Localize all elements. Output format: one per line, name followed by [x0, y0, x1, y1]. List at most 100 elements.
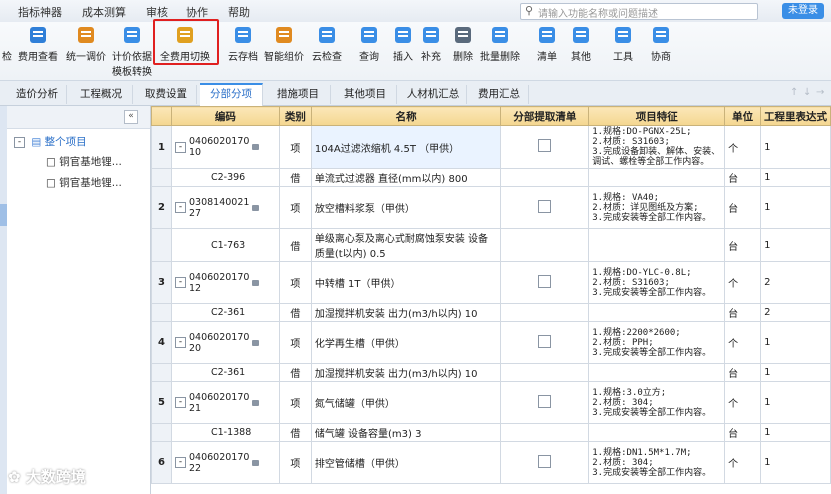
row-number[interactable] — [151, 363, 172, 382]
cell-feature[interactable]: 1.规格:DN1.5M*1.7M; 2.材质: 304; 3.完成安装等全部工作… — [588, 441, 726, 484]
cell-expr[interactable]: 1 — [760, 186, 831, 229]
menu-item-indicator[interactable]: 指标神器 — [18, 4, 62, 20]
cell-extract[interactable] — [500, 186, 590, 229]
cell-feature[interactable] — [588, 423, 726, 442]
col-header-code[interactable]: 编码 — [170, 106, 280, 126]
toolbar-button-list[interactable]: 清单 — [536, 24, 558, 63]
col-header-feature[interactable]: 项目特征 — [588, 106, 726, 126]
col-header-expr[interactable]: 工程里表达式 — [760, 106, 831, 126]
cell-extract[interactable] — [500, 423, 590, 442]
toolbar-button-other[interactable]: 其他 — [570, 24, 592, 63]
cell-category[interactable]: 借 — [278, 228, 312, 262]
cell-unit[interactable]: 个 — [724, 441, 762, 484]
cell-unit[interactable]: 个 — [724, 381, 762, 424]
toolbar-button-check[interactable]: 检 — [0, 24, 18, 63]
cell-feature[interactable] — [588, 168, 726, 187]
collapse-panel-button[interactable]: « — [124, 110, 138, 124]
cell-unit[interactable]: 台 — [724, 228, 762, 262]
toolbar-button-batch-delete[interactable]: 批量删除 — [480, 24, 520, 63]
cell-extract[interactable] — [500, 261, 590, 304]
col-header-name[interactable]: 名称 — [310, 106, 502, 126]
col-header-extract[interactable]: 分部提取清单 — [500, 106, 590, 126]
login-status-button[interactable]: 未登录 — [782, 3, 824, 19]
cell-category[interactable]: 项 — [278, 261, 312, 304]
bill-item-row[interactable]: 2-0308140021 27 项放空槽料浆泵（甲供） 1.规格: VA40; 2.… — [151, 186, 831, 229]
extract-checkbox[interactable] — [538, 274, 552, 288]
quota-sub-row[interactable]: C2-361 借加湿搅拌机安装 出力(m3/h以内) 10 台 1 — [151, 363, 831, 382]
cell-code[interactable]: -0308140021 27 — [170, 186, 280, 229]
extract-checkbox[interactable] — [538, 139, 552, 152]
cell-expr[interactable]: 1 — [760, 228, 831, 262]
col-header-category[interactable]: 类别 — [278, 106, 312, 126]
cell-name[interactable]: 加湿搅拌机安装 出力(m3/h以内) 10 — [310, 303, 502, 322]
row-number[interactable]: 2 — [151, 186, 172, 229]
cell-unit[interactable]: 台 — [724, 186, 762, 229]
cell-extract[interactable] — [500, 321, 590, 364]
tab-2[interactable]: 取费设置 — [136, 85, 197, 104]
cell-code[interactable]: -0406020170 22 — [170, 441, 280, 484]
collapse-row-icon[interactable]: - — [174, 277, 186, 288]
tab-7[interactable]: 费用汇总 — [470, 85, 529, 104]
cell-expr[interactable]: 1 — [760, 321, 831, 364]
cell-unit[interactable]: 个 — [724, 261, 762, 304]
extract-checkbox[interactable] — [538, 199, 552, 213]
cell-code[interactable]: C1-763 — [170, 228, 280, 262]
cell-feature[interactable]: 1.规格: VA40; 2.材质：详见图纸及方案; 3.完成安装等全部工作内容。 — [588, 186, 726, 229]
quota-sub-row[interactable]: C1-1388 借储气罐 设备容量(m3) 3 台1 — [151, 423, 831, 442]
cell-category[interactable]: 项 — [278, 381, 312, 424]
cell-name[interactable]: 氮气储罐（甲供） — [310, 381, 502, 424]
cell-code[interactable]: -0406020170 12 — [170, 261, 280, 304]
collapse-row-icon[interactable]: - — [174, 457, 186, 468]
cell-name[interactable]: 化学再生槽（甲供） — [310, 321, 502, 364]
toolbar-button-smart-price[interactable]: 智能组价 — [264, 24, 304, 63]
cell-extract[interactable] — [500, 125, 590, 169]
menu-item-review[interactable]: 审核 — [146, 4, 168, 20]
cell-expr[interactable]: 1 — [760, 423, 831, 442]
cell-feature[interactable]: 1.规格:DO-YLC-0.8L; 2.材质: S31603; 3.完成安装等全… — [588, 261, 726, 304]
extract-checkbox[interactable] — [538, 394, 552, 408]
toolbar-button-tools[interactable]: 工具 — [612, 24, 634, 63]
cell-name[interactable]: 单级离心泵及离心式耐腐蚀泵安装 设备质量(t以内) 0.5 — [310, 228, 502, 262]
cell-category[interactable]: 借 — [278, 363, 312, 382]
cell-category[interactable]: 借 — [278, 168, 312, 187]
row-number[interactable]: 1 — [151, 125, 172, 169]
tree-root[interactable]: - ▤ 整个项目 — [14, 134, 87, 149]
row-number[interactable]: 3 — [151, 261, 172, 304]
cell-extract[interactable] — [500, 363, 590, 382]
collapse-icon[interactable]: - — [14, 136, 25, 148]
cell-name[interactable]: 单流式过滤器 直径(mm以内) 800 — [310, 168, 502, 187]
collapse-row-icon[interactable]: - — [174, 141, 186, 153]
cell-unit[interactable]: 个 — [724, 125, 762, 169]
cell-expr[interactable]: 1 — [760, 441, 831, 484]
cell-category[interactable]: 项 — [278, 441, 312, 484]
cell-code[interactable]: C2-361 — [170, 303, 280, 322]
extract-checkbox[interactable] — [538, 334, 552, 348]
cell-code[interactable]: C1-1388 — [170, 423, 280, 442]
toolbar-button-insert[interactable]: 插入 — [392, 24, 414, 63]
bill-item-row[interactable]: 5-0406020170 21 项氮气储罐（甲供） 1.规格:3.0立方; 2.材质… — [151, 381, 831, 424]
cell-name[interactable]: 放空槽料浆泵（甲供） — [310, 186, 502, 229]
quota-sub-row[interactable]: C1-763 借单级离心泵及离心式耐腐蚀泵安装 设备质量(t以内) 0.5 台 1 — [151, 228, 831, 262]
cell-code[interactable]: -0406020170 10 — [170, 125, 280, 169]
cell-unit[interactable]: 台 — [724, 363, 762, 382]
row-number[interactable] — [151, 303, 172, 322]
menu-item-collab[interactable]: 协作 — [186, 4, 208, 20]
cell-unit[interactable]: 台 — [724, 303, 762, 322]
row-number[interactable] — [151, 168, 172, 187]
cell-feature[interactable]: 1.规格:3.0立方; 2.材质: 304; 3.完成安装等全部工作内容。 — [588, 381, 726, 424]
tree-item-1[interactable]: □ 铜官基地锂... — [46, 154, 122, 169]
toolbar-button-query[interactable]: 查询 — [358, 24, 380, 63]
quota-sub-row[interactable]: C2-361 借加湿搅拌机安装 出力(m3/h以内) 10 台 2 — [151, 303, 831, 322]
toolbar-button-negotiate[interactable]: 协商 — [650, 24, 672, 63]
cell-extract[interactable] — [500, 441, 590, 484]
bill-item-row[interactable]: 4-0406020170 20 项化学再生槽（甲供） 1.规格:2200*2600;… — [151, 321, 831, 364]
cell-expr[interactable]: 1 — [760, 125, 831, 169]
menu-item-cost-estimate[interactable]: 成本测算 — [82, 4, 126, 20]
cell-expr[interactable]: 2 — [760, 261, 831, 304]
quota-sub-row[interactable]: C2-396 借单流式过滤器 直径(mm以内) 800 台 1 — [151, 168, 831, 187]
tree-item-2[interactable]: □ 铜官基地锂... — [46, 175, 122, 190]
tab-4[interactable]: 措施项目 — [266, 85, 331, 104]
cell-extract[interactable] — [500, 303, 590, 322]
toolbar-button-cost-view[interactable]: 费用查看 — [18, 24, 58, 63]
cell-code[interactable]: C2-361 — [170, 363, 280, 382]
